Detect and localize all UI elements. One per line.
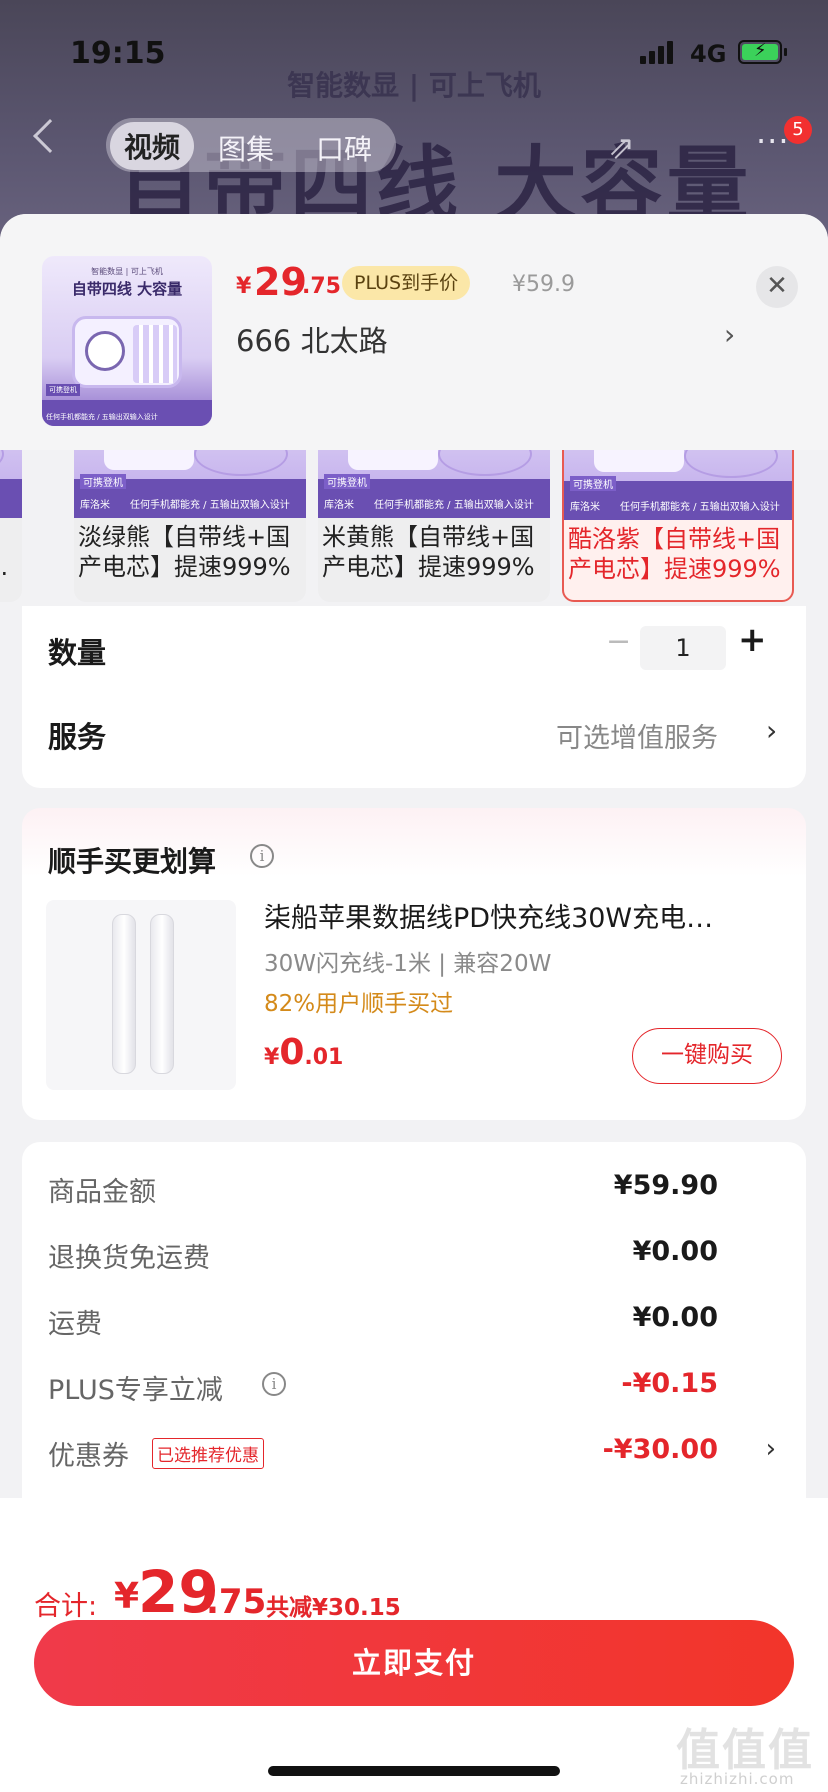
addon-spec: 30W闪充线-1米 | 兼容20W <box>264 951 552 977</box>
summary-label: PLUS专享立减 <box>48 1375 223 1406</box>
summary-value: -¥0.15 <box>621 1368 718 1399</box>
total-discount: 共减¥30.15 <box>266 1595 401 1621</box>
quantity-label: 数量 <box>48 636 107 670</box>
original-price: ¥59.9 <box>512 272 575 297</box>
summary-label: 运费 <box>48 1309 102 1340</box>
summary-row: PLUS专享立减 i -¥0.15 <box>48 1368 780 1408</box>
thumb-caption: 智能数显 | 可上飞机 <box>91 267 163 276</box>
cable-image[interactable] <box>46 900 236 1090</box>
watermark-logo: 值值值 <box>676 1725 814 1776</box>
chevron-right-icon[interactable]: › <box>766 714 777 747</box>
plus-price-badge: PLUS到手价 <box>342 266 471 300</box>
home-indicator[interactable] <box>268 1766 560 1776</box>
battery-icon: ⚡ <box>738 40 787 64</box>
status-bar: 19:15 4G ⚡ <box>0 0 828 100</box>
variant-label: 酷洛紫【自带线+国产电芯】提速999% <box>568 525 781 583</box>
summary-value: ¥0.00 <box>632 1236 718 1267</box>
close-button[interactable]: ✕ <box>756 266 798 308</box>
total-currency: ¥ <box>114 1576 140 1617</box>
power-bank-image <box>72 316 182 388</box>
network-label: 4G <box>690 40 727 68</box>
variant-caption: 任何手机都能充 / 五输出双输入设计 <box>374 500 534 511</box>
variant-option[interactable]: 可携登机 库洛米 任何手机都能充 / 五输出双输入设计 米黄熊【自带线+国产电芯… <box>318 450 550 602</box>
summary-label: 退换货免运费 <box>48 1243 210 1274</box>
chevron-right-icon[interactable]: › <box>766 1434 776 1464</box>
variant-caption: 任何手机都能充 / 五输出双输入设计 <box>130 500 290 511</box>
variant-option[interactable]: 品 9... <box>0 450 22 602</box>
variant-image <box>0 450 22 518</box>
price-currency: ¥ <box>236 274 252 299</box>
increment-button[interactable]: + <box>738 620 767 660</box>
service-label: 服务 <box>48 720 107 754</box>
addon-card: 顺手买更划算 i 柒船苹果数据线PD快充线30W充电… 30W闪充线-1米 | … <box>22 808 806 1120</box>
variant-list: 品 9... 可携登机 库洛米 任何手机都能充 / 五输出双输入设计 淡绿熊【自… <box>0 450 828 606</box>
decrement-button[interactable]: − <box>606 624 631 659</box>
variant-option[interactable]: 可携登机 库洛米 任何手机都能充 / 五输出双输入设计 淡绿熊【自带线+国产电芯… <box>74 450 306 602</box>
tab-reviews[interactable]: 口碑 <box>316 128 372 168</box>
watermark-url: zhizhizhi.com <box>680 1770 795 1788</box>
status-time: 19:15 <box>70 36 166 71</box>
tab-gallery[interactable]: 图集 <box>218 128 274 168</box>
coupon-row[interactable]: 优惠券 已选推荐优惠 -¥30.00 › <box>48 1434 780 1474</box>
addon-product-name[interactable]: 柒船苹果数据线PD快充线30W充电… <box>264 896 784 935</box>
summary-value: ¥59.90 <box>613 1170 718 1201</box>
notification-badge: 5 <box>784 116 812 144</box>
total-label: 合计: <box>34 1591 98 1622</box>
addon-price-decimal: .01 <box>304 1045 344 1070</box>
pay-now-button[interactable]: 立即支付 <box>34 1620 794 1706</box>
sheet-header: 智能数显 | 可上飞机 自带四线 大容量 可携登机 任何手机都能充 / 五输出双… <box>0 214 828 450</box>
thumb-tag: 可携登机 <box>46 384 80 396</box>
variant-tag: 库洛米 <box>324 500 354 511</box>
media-tabs: 视频 图集 口碑 <box>106 118 396 172</box>
product-thumbnail[interactable]: 智能数显 | 可上飞机 自带四线 大容量 可携登机 任何手机都能充 / 五输出双… <box>42 256 212 426</box>
signal-icon <box>640 40 676 64</box>
summary-row: 运费 ¥0.00 <box>48 1302 780 1342</box>
variant-label: 淡绿熊【自带线+国产电芯】提速999% <box>78 523 291 581</box>
variant-tag: 可携登机 <box>80 474 126 489</box>
thumb-band-text: 任何手机都能充 / 五输出双输入设计 <box>46 413 158 421</box>
variant-tag: 库洛米 <box>80 500 110 511</box>
info-icon[interactable]: i <box>250 844 274 868</box>
service-value[interactable]: 可选增值服务 <box>556 716 718 755</box>
quantity-service-card: 数量 − 1 + 服务 可选增值服务 › <box>22 606 806 788</box>
summary-value: -¥30.00 <box>602 1434 718 1465</box>
addon-price: ¥0.01 <box>264 1032 343 1073</box>
share-icon[interactable]: ⇗ <box>608 128 635 166</box>
variant-caption: 任何手机都能充 / 五输出双输入设计 <box>620 502 780 513</box>
one-click-buy-button[interactable]: 一键购买 <box>632 1028 782 1084</box>
addon-popularity: 82%用户顺手买过 <box>264 991 454 1017</box>
summary-row: 商品金额 ¥59.90 <box>48 1170 780 1210</box>
summary-value: ¥0.00 <box>632 1302 718 1333</box>
summary-label: 商品金额 <box>48 1177 156 1208</box>
variant-option-selected[interactable]: 可携登机 库洛米 任何手机都能充 / 五输出双输入设计 酷洛紫【自带线+国产电芯… <box>562 450 794 602</box>
variant-label: 米黄熊【自带线+国产电芯】提速999% <box>322 523 535 581</box>
summary-row: 退换货免运费 ¥0.00 <box>48 1236 780 1276</box>
variant-label: 品 9... <box>0 553 9 581</box>
addon-title: 顺手买更划算 <box>48 845 217 878</box>
variant-tag: 可携登机 <box>324 474 370 489</box>
variant-tag: 可携登机 <box>570 476 616 491</box>
coupon-tag: 已选推荐优惠 <box>152 1438 264 1469</box>
delivery-address[interactable]: 666 北太路 <box>236 318 388 360</box>
total-decimal: .75 <box>206 1582 267 1622</box>
addon-price-currency: ¥ <box>264 1045 280 1070</box>
checkout-footer: 合计: ¥ 29 .75 共减¥30.15 立即支付 值值值 zhizhizhi… <box>0 1498 828 1792</box>
summary-label: 优惠券 <box>48 1441 129 1472</box>
chevron-right-icon[interactable]: › <box>724 318 735 351</box>
variant-tag: 库洛米 <box>570 502 600 513</box>
tab-video[interactable]: 视频 <box>110 122 195 170</box>
price-decimal: .75 <box>302 274 341 299</box>
thumb-title: 自带四线 大容量 <box>71 280 183 298</box>
info-icon[interactable]: i <box>262 1372 286 1396</box>
addon-price-integer: 0 <box>279 1032 305 1073</box>
price-integer: 29 <box>254 260 307 304</box>
quantity-input[interactable]: 1 <box>640 626 726 670</box>
